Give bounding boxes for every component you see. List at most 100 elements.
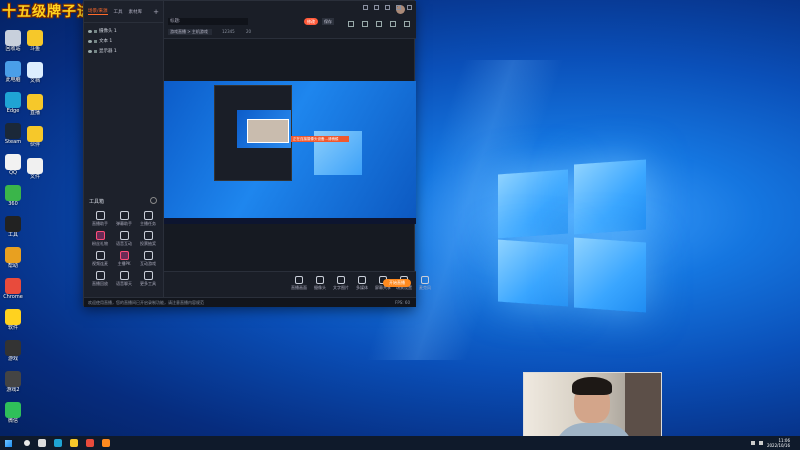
bell-icon[interactable] — [390, 21, 396, 27]
scene-item[interactable]: 显示器 1 — [84, 46, 163, 56]
toolbar-icon — [295, 276, 303, 284]
folder-icon[interactable] — [70, 439, 78, 447]
desktop-icon[interactable]: Chrome — [0, 278, 26, 300]
layout-icon[interactable] — [376, 21, 382, 27]
tool-item[interactable]: 投票抽奖 — [136, 231, 160, 247]
desktop-icon-label: 文件 — [29, 174, 40, 180]
desktop-icon[interactable]: 游戏2 — [0, 371, 26, 393]
tools-settings-icon[interactable] — [150, 197, 157, 204]
search-icon[interactable] — [24, 440, 30, 446]
bottom-toolbar: 直播画面 摄像头 文字图片 多媒体 屏幕共享 场景设置 麦克风 — [164, 271, 431, 297]
bottom-toolbar-item[interactable]: 麦克风 — [416, 276, 434, 291]
settings-icon[interactable] — [374, 5, 379, 10]
lock-icon[interactable] — [94, 49, 97, 53]
tool-icon — [143, 211, 153, 220]
scene-item[interactable]: 摄像头 1 — [84, 26, 163, 36]
edit-button[interactable]: 修改 — [304, 18, 318, 25]
tool-icon — [119, 211, 129, 220]
windows-logo-wallpaper — [498, 159, 646, 313]
app-icon — [5, 185, 21, 201]
tool-item[interactable]: 视频连麦 — [88, 251, 112, 267]
tool-item[interactable]: 直播助手 — [88, 211, 112, 227]
tool-label: 语音互动 — [116, 241, 132, 246]
tool-label: 弹幕助手 — [116, 221, 132, 226]
stream-preview[interactable] — [164, 81, 416, 224]
app-icon — [5, 402, 21, 418]
lock-icon[interactable] — [94, 29, 97, 33]
add-icon[interactable]: + — [153, 8, 159, 16]
tab-assets[interactable]: 素材库 — [129, 9, 143, 15]
tool-item[interactable]: 直播回放 — [88, 271, 112, 287]
streaming-app-icon[interactable] — [102, 439, 110, 447]
skin-icon[interactable] — [363, 5, 368, 10]
tool-icon — [119, 231, 129, 240]
volume-icon[interactable] — [758, 441, 763, 445]
edge-icon[interactable] — [54, 439, 62, 447]
title-input[interactable]: 标题: — [168, 18, 248, 25]
tool-item[interactable]: 更多工具 — [136, 271, 160, 287]
fps-readout: FPS: 60 — [395, 300, 410, 305]
desktop-icon[interactable]: 帮助 — [0, 247, 26, 269]
bottom-toolbar-item[interactable]: 摄像头 — [311, 276, 329, 291]
category-select[interactable]: 游戏直播 > 主机游戏 — [168, 29, 212, 35]
close-icon[interactable] — [407, 5, 412, 10]
top-bar: 标题: 修改 保存 游戏直播 > 主机游戏 12345 20 — [164, 1, 416, 39]
tool-item[interactable]: 主播任务 — [136, 211, 160, 227]
bottom-toolbar-item[interactable]: 多媒体 — [353, 276, 371, 291]
desktop-icon[interactable]: 直播 — [22, 94, 48, 116]
preview-taskbar — [164, 218, 416, 224]
toolbar-icon — [316, 276, 324, 284]
tool-icon — [143, 231, 153, 240]
tool-item[interactable]: 语音聊天 — [112, 271, 136, 287]
share-icon[interactable] — [404, 21, 410, 27]
tool-item[interactable]: 粉丝礼物 — [88, 231, 112, 247]
tools-title: 工具箱 — [89, 199, 105, 205]
desktop-icon[interactable]: 软件 — [0, 309, 26, 331]
desktop-icon[interactable]: 360 — [0, 185, 26, 207]
desktop-icon[interactable]: 工具 — [0, 216, 26, 238]
tab-tools[interactable]: 工具 — [114, 9, 123, 15]
scene-item[interactable]: 文本 1 — [84, 36, 163, 46]
start-live-button[interactable]: 开始直播 — [383, 279, 411, 287]
app-icon — [27, 94, 43, 110]
app-icon[interactable] — [86, 439, 94, 447]
toolbar-label: 摄像头 — [314, 285, 326, 290]
app-icon — [5, 216, 21, 232]
app-icon — [5, 247, 21, 263]
app-icon — [5, 123, 21, 139]
viewers-count: 12345 — [222, 29, 235, 34]
desktop-icon[interactable]: 文件 — [22, 158, 48, 180]
eye-icon[interactable] — [88, 29, 92, 33]
start-button[interactable] — [0, 436, 16, 450]
webcam-status-label: 正在连接摄像头设备...请稍候 — [291, 136, 349, 142]
tool-item[interactable]: 弹幕助手 — [112, 211, 136, 227]
desktop-icon[interactable]: 文档 — [22, 62, 48, 84]
tab-scenes[interactable]: 场景/来源 — [88, 8, 108, 15]
desktop-icon[interactable]: 游戏 — [0, 340, 26, 362]
desktop-icon-label: 工具 — [7, 232, 18, 238]
bottom-toolbar-item[interactable]: 文字图片 — [332, 276, 350, 291]
tool-item[interactable]: 主播PK — [112, 251, 136, 267]
desktop-icon-label: 帮助 — [7, 263, 18, 269]
tool-item[interactable]: 互动游戏 — [136, 251, 160, 267]
eye-icon[interactable] — [88, 39, 92, 43]
toolbar-icon — [358, 276, 366, 284]
bottom-toolbar-item[interactable]: 直播画面 — [290, 276, 308, 291]
webcam-source-overlay[interactable] — [247, 119, 289, 143]
task-view-icon[interactable] — [38, 439, 46, 447]
desktop-icon[interactable]: 微信 — [0, 402, 26, 424]
window-controls — [363, 5, 412, 10]
desktop-icon[interactable]: 伙伴 — [22, 126, 48, 148]
screenshot-icon[interactable] — [348, 21, 354, 27]
network-icon[interactable] — [750, 441, 755, 445]
tool-item[interactable]: 语音互动 — [112, 231, 136, 247]
record-icon[interactable] — [362, 21, 368, 27]
maximize-icon[interactable] — [396, 5, 401, 10]
lock-icon[interactable] — [94, 39, 97, 43]
tool-grid: 直播助手 弹幕助手 主播任务粉丝礼物 语音互动 投票抽奖视频连麦 主播PK 互动游戏直播回放… — [88, 211, 160, 287]
clock[interactable]: 11:06 2022/10/16 — [767, 438, 790, 448]
desktop-icon[interactable]: 斗鱼 — [22, 30, 48, 52]
eye-icon[interactable] — [88, 49, 92, 53]
minimize-icon[interactable] — [385, 5, 390, 10]
save-button[interactable]: 保存 — [322, 18, 334, 25]
